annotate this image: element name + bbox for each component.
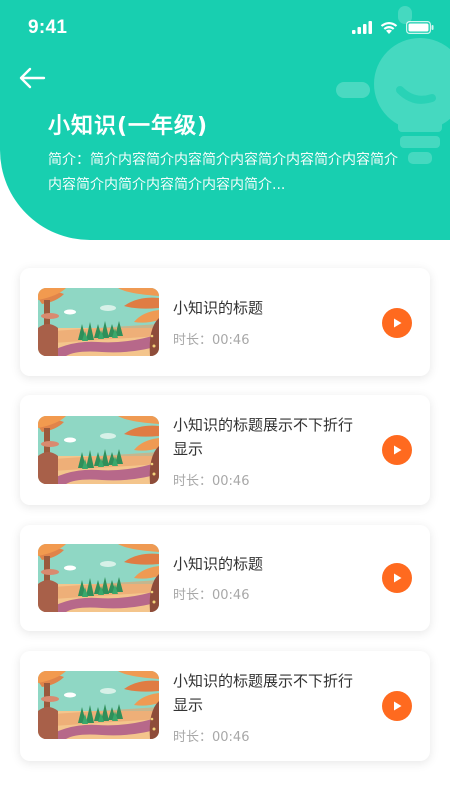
decoration-pill bbox=[336, 82, 370, 98]
list-item[interactable]: 小知识的标题展示不下折行显示 时长：00:46 bbox=[20, 395, 430, 505]
item-duration: 时长：00:46 bbox=[173, 474, 250, 489]
play-button[interactable] bbox=[382, 435, 412, 465]
video-thumbnail bbox=[38, 416, 159, 484]
play-icon bbox=[391, 697, 403, 716]
item-duration: 时长：00:46 bbox=[173, 588, 250, 603]
item-duration: 时长：00:46 bbox=[173, 333, 250, 348]
play-icon bbox=[391, 569, 403, 588]
play-button[interactable] bbox=[382, 691, 412, 721]
item-duration: 时长：00:46 bbox=[173, 730, 250, 745]
play-button[interactable] bbox=[382, 563, 412, 593]
header: 9:41 小知识(一年级) 简介：简介内容简介内容简介内容简介内容简介内容简介内… bbox=[0, 0, 450, 240]
status-time: 9:41 bbox=[28, 17, 68, 38]
screen: 9:41 小知识(一年级) 简介：简介内容简介内容简介内容简介内容简介内容简介内… bbox=[0, 0, 450, 800]
arrow-left-icon bbox=[18, 66, 46, 94]
play-button[interactable] bbox=[382, 308, 412, 338]
video-thumbnail bbox=[38, 288, 159, 356]
list-item[interactable]: 小知识的标题 时长：00:46 bbox=[20, 525, 430, 631]
item-title: 小知识的标题 bbox=[173, 555, 264, 573]
play-icon bbox=[391, 314, 403, 333]
list-item[interactable]: 小知识的标题展示不下折行显示 时长：00:46 bbox=[20, 651, 430, 761]
back-button[interactable] bbox=[14, 62, 50, 98]
item-title: 小知识的标题展示不下折行显示 bbox=[173, 416, 354, 458]
item-title: 小知识的标题展示不下折行显示 bbox=[173, 672, 354, 714]
video-thumbnail bbox=[38, 671, 159, 739]
page-title: 小知识(一年级) bbox=[48, 114, 209, 139]
video-thumbnail bbox=[38, 544, 159, 612]
page-intro: 简介：简介内容简介内容简介内容简介内容简介内容简介内容简介内简介内容简介内容内简… bbox=[48, 152, 398, 193]
item-title: 小知识的标题 bbox=[173, 299, 264, 317]
play-icon bbox=[391, 441, 403, 460]
list-item[interactable]: 小知识的标题 时长：00:46 bbox=[20, 268, 430, 376]
